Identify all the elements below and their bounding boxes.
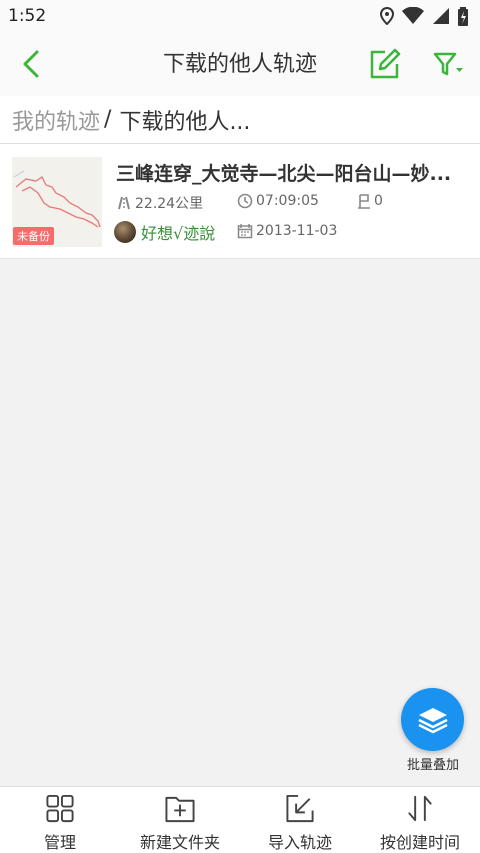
battery-icon: [458, 6, 468, 26]
track-distance-value: 22.24公里: [135, 196, 204, 212]
breadcrumb-separator: /: [104, 107, 112, 132]
status-bar: 1:52: [0, 0, 480, 32]
road-icon: [118, 196, 130, 210]
track-title: 三峰连穿_大觉寺—北尖—阳台山—妙...: [116, 163, 452, 185]
signal-icon: [433, 8, 449, 24]
batch-overlay-button[interactable]: [401, 688, 464, 751]
import-track-label: 导入轨迹: [267, 833, 332, 852]
location-icon: [380, 7, 394, 25]
track-waypoints: 0: [357, 193, 383, 209]
new-folder-button[interactable]: 新建文件夹: [120, 787, 240, 853]
import-icon: [286, 794, 314, 823]
wifi-icon: [402, 7, 424, 24]
track-author[interactable]: 好想√迹說: [114, 220, 215, 244]
bottom-toolbar: 管理 新建文件夹 导入轨迹 按创建时间: [0, 786, 480, 853]
track-date-value: 2013-11-03: [256, 223, 338, 239]
sort-icon: [408, 795, 432, 822]
track-thumbnail: 未备份: [12, 157, 102, 247]
calendar-icon: [237, 224, 253, 239]
manage-button[interactable]: 管理: [0, 787, 120, 853]
track-duration-value: 07:09:05: [256, 193, 319, 209]
new-folder-label: 新建文件夹: [139, 833, 220, 852]
track-distance: 22.24公里: [116, 193, 203, 213]
sort-by-created-button[interactable]: 按创建时间: [360, 787, 480, 853]
status-icons: [380, 6, 468, 26]
breadcrumb-root[interactable]: 我的轨迹: [12, 104, 100, 136]
batch-overlay-label: 批量叠加: [406, 758, 459, 773]
waypoint-flag-icon: [358, 193, 370, 209]
layers-icon: [417, 707, 448, 733]
back-button[interactable]: [16, 48, 48, 80]
filter-button[interactable]: [432, 50, 464, 80]
sort-by-created-label: 按创建时间: [379, 833, 460, 852]
breadcrumb: 我的轨迹 / 下载的他人...: [0, 96, 480, 144]
track-date: 2013-11-03: [237, 223, 337, 239]
track-waypoints-value: 0: [374, 193, 383, 209]
manage-label: 管理: [43, 833, 76, 852]
avatar: [114, 221, 136, 243]
import-track-button[interactable]: 导入轨迹: [240, 787, 360, 853]
grid-icon: [46, 794, 74, 823]
track-author-name: 好想√迹說: [141, 224, 216, 243]
status-time: 1:52: [8, 6, 47, 26]
backup-status-badge: 未备份: [13, 227, 54, 245]
track-list-item[interactable]: 未备份 三峰连穿_大觉寺—北尖—阳台山—妙... 22.24公里 07:09:0…: [0, 144, 480, 259]
app-bar: 下载的他人轨迹: [0, 32, 480, 96]
track-duration: 07:09:05: [237, 193, 319, 209]
page-title: 下载的他人轨迹: [162, 52, 317, 77]
new-folder-icon: [165, 796, 195, 823]
edit-button[interactable]: [368, 47, 402, 81]
clock-icon: [237, 193, 253, 209]
breadcrumb-current: 下载的他人...: [119, 109, 251, 135]
